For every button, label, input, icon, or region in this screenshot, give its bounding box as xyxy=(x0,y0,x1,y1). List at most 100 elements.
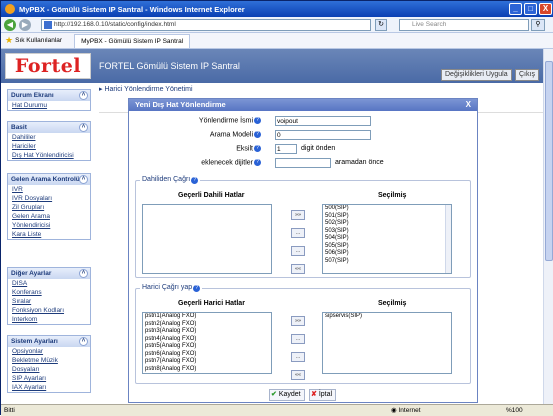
exit-button[interactable]: Çıkış xyxy=(515,69,539,81)
sidebar-item[interactable]: Gelen Arama xyxy=(8,212,90,221)
sidebar-item[interactable]: Dosyaları xyxy=(8,365,90,374)
list-option[interactable]: 503(SIP) xyxy=(323,228,451,236)
pattern-input[interactable] xyxy=(275,130,371,140)
browser-tab[interactable]: MyPBX - Gömülü Sistem IP Santral xyxy=(74,33,191,48)
sidebar-item[interactable]: SIP Ayarları xyxy=(8,374,90,383)
sidebar-item[interactable]: Bekletme Müzik xyxy=(8,356,90,365)
route-name-input[interactable] xyxy=(275,116,371,126)
cancel-button[interactable]: ✘ İptal xyxy=(309,389,337,401)
list-option[interactable]: 506(SIP) xyxy=(323,250,451,258)
sidebar-item[interactable]: DISA xyxy=(8,279,90,288)
sidebar-item[interactable]: IAX Ayarları xyxy=(8,383,90,392)
help-icon[interactable]: ? xyxy=(254,145,261,152)
dialog-close-button[interactable]: X xyxy=(466,99,471,111)
sidebar-group-header[interactable]: Durum Ekranı ˄ xyxy=(8,90,90,101)
list-option[interactable]: 507(SIP) xyxy=(323,258,451,266)
sidebar-item[interactable]: Dış Hat Yönlendiricisi xyxy=(8,151,90,160)
selected-external-list[interactable]: sipservis(SIP) xyxy=(322,312,452,374)
strip-input[interactable] xyxy=(275,144,297,154)
sidebar-item[interactable]: IVR Dosyaları xyxy=(8,194,90,203)
sidebar-item[interactable]: Konferans xyxy=(8,288,90,297)
search-icon[interactable]: ⚲ xyxy=(531,19,545,31)
collapse-icon[interactable]: ˄ xyxy=(79,91,88,100)
sidebar-item[interactable]: Interkom xyxy=(8,315,90,324)
sidebar-item[interactable]: Sıralar xyxy=(8,297,90,306)
move-all-left-button[interactable]: «« xyxy=(291,370,305,380)
list-option[interactable]: 504(SIP) xyxy=(323,235,451,243)
sidebar-item[interactable]: IVR xyxy=(8,185,90,194)
back-arrow-icon[interactable]: ◀ xyxy=(4,18,16,31)
list-option[interactable]: pstn2(Analog FXO) xyxy=(143,321,271,329)
help-icon[interactable]: ? xyxy=(254,117,261,124)
status-bar: Bitti ◉ Internet %100 xyxy=(1,404,553,416)
sidebar-group-header[interactable]: Sistem Ayarları ˄ xyxy=(8,336,90,347)
cross-icon: ✘ xyxy=(311,391,317,398)
sidebar-group: Basit ˄ Dahililer Hariciler Dış Hat Yönlendi… xyxy=(7,121,91,161)
collapse-icon[interactable]: ˄ xyxy=(79,337,88,346)
minimize-button[interactable]: _ xyxy=(509,3,522,15)
available-internal-header: Geçerli Dahili Hatlar xyxy=(178,192,245,199)
list-option[interactable]: 502(SIP) xyxy=(323,220,451,228)
scrollbar-thumb[interactable] xyxy=(545,61,553,261)
prepend-suffix: aramadan önce xyxy=(335,159,384,166)
sidebar-group-header[interactable]: Diğer Ayarlar ˄ xyxy=(8,268,90,279)
sidebar-item[interactable]: Dahililer xyxy=(8,133,90,142)
sidebar-item[interactable]: Yönlendiricisi xyxy=(8,221,90,230)
sidebar-item[interactable]: Opsiyonlar xyxy=(8,347,90,356)
list-scrollbar[interactable] xyxy=(445,205,451,273)
move-all-right-button[interactable]: »» xyxy=(291,210,305,220)
help-icon[interactable]: ? xyxy=(254,159,261,166)
move-all-left-button[interactable]: «« xyxy=(291,264,305,274)
list-option[interactable]: pstn5(Analog FXO) xyxy=(143,343,271,351)
apply-changes-button[interactable]: Değişiklikleri Uygula xyxy=(441,69,512,81)
list-option[interactable]: pstn7(Analog FXO) xyxy=(143,358,271,366)
sidebar-item[interactable]: Hariciler xyxy=(8,142,90,151)
favorites-button[interactable]: ★ Sık Kullanılanlar xyxy=(5,35,62,46)
maximize-button[interactable]: □ xyxy=(524,3,537,15)
save-button[interactable]: ✔ Kaydet xyxy=(269,389,305,401)
search-input[interactable]: Live Search xyxy=(399,19,529,31)
selected-internal-header: Seçilmiş xyxy=(378,192,407,199)
help-icon[interactable]: ? xyxy=(191,177,199,184)
dialog-header[interactable]: Yeni Dış Hat Yönlendirme X xyxy=(129,99,477,111)
list-option[interactable]: 505(SIP) xyxy=(323,243,451,251)
forward-arrow-icon[interactable]: ▶ xyxy=(19,18,31,31)
address-bar[interactable]: http://192.168.0.10/static/config/index.… xyxy=(41,19,371,31)
window-titlebar[interactable]: MyPBX - Gömülü Sistem IP Santral - Windo… xyxy=(1,1,553,17)
move-right-button[interactable]: ... xyxy=(291,334,305,344)
move-right-button[interactable]: ... xyxy=(291,228,305,238)
available-external-list[interactable]: pstn1(Analog FXO) pstn2(Analog FXO) pstn3(… xyxy=(142,312,272,374)
sidebar-item[interactable]: Kara Liste xyxy=(8,230,90,239)
list-option[interactable]: pstn1(Analog FXO) xyxy=(143,313,271,321)
list-option[interactable]: pstn8(Analog FXO) xyxy=(143,366,271,374)
collapse-icon[interactable]: ˄ xyxy=(79,175,88,184)
new-route-dialog: Yeni Dış Hat Yönlendirme X Yönlendirme İ… xyxy=(128,98,478,403)
sidebar-group: Sistem Ayarları ˄ Opsiyonlar Bekletme Müzik… xyxy=(7,335,91,393)
sidebar-group-header[interactable]: Basit ˄ xyxy=(8,122,90,133)
selected-internal-list[interactable]: 500(SIP) 501(SIP) 502(SIP) 503(SIP) 504(SIP)… xyxy=(322,204,452,274)
list-option[interactable]: 501(SIP) xyxy=(323,213,451,221)
page-scrollbar[interactable] xyxy=(543,49,553,404)
collapse-icon[interactable]: ˄ xyxy=(79,123,88,132)
help-icon[interactable]: ? xyxy=(193,285,201,292)
refresh-icon[interactable]: ↻ xyxy=(375,19,387,31)
sidebar-item[interactable]: Zil Grupları xyxy=(8,203,90,212)
list-option[interactable]: pstn6(Analog FXO) xyxy=(143,351,271,359)
sidebar-item[interactable]: Fonksiyon Kodları xyxy=(8,306,90,315)
list-option[interactable]: pstn3(Analog FXO) xyxy=(143,328,271,336)
available-internal-list[interactable] xyxy=(142,204,272,274)
collapse-icon[interactable]: ˄ xyxy=(79,269,88,278)
list-option[interactable]: sipservis(SIP) xyxy=(323,313,451,321)
sidebar-group-header[interactable]: Gelen Arama Kontrolü ˄ xyxy=(8,174,90,185)
move-all-right-button[interactable]: »» xyxy=(291,316,305,326)
move-left-button[interactable]: ... xyxy=(291,352,305,362)
list-option[interactable]: pstn4(Analog FXO) xyxy=(143,336,271,344)
move-left-button[interactable]: ... xyxy=(291,246,305,256)
route-name-row: Yönlendirme İsmi? xyxy=(129,116,479,127)
zoom-level[interactable]: %100 xyxy=(506,405,523,416)
close-window-button[interactable]: X xyxy=(539,3,552,15)
sidebar-item[interactable]: Hat Durumu xyxy=(8,101,90,110)
prepend-input[interactable] xyxy=(275,158,331,168)
help-icon[interactable]: ? xyxy=(254,131,261,138)
list-option[interactable]: 500(SIP) xyxy=(323,205,451,213)
